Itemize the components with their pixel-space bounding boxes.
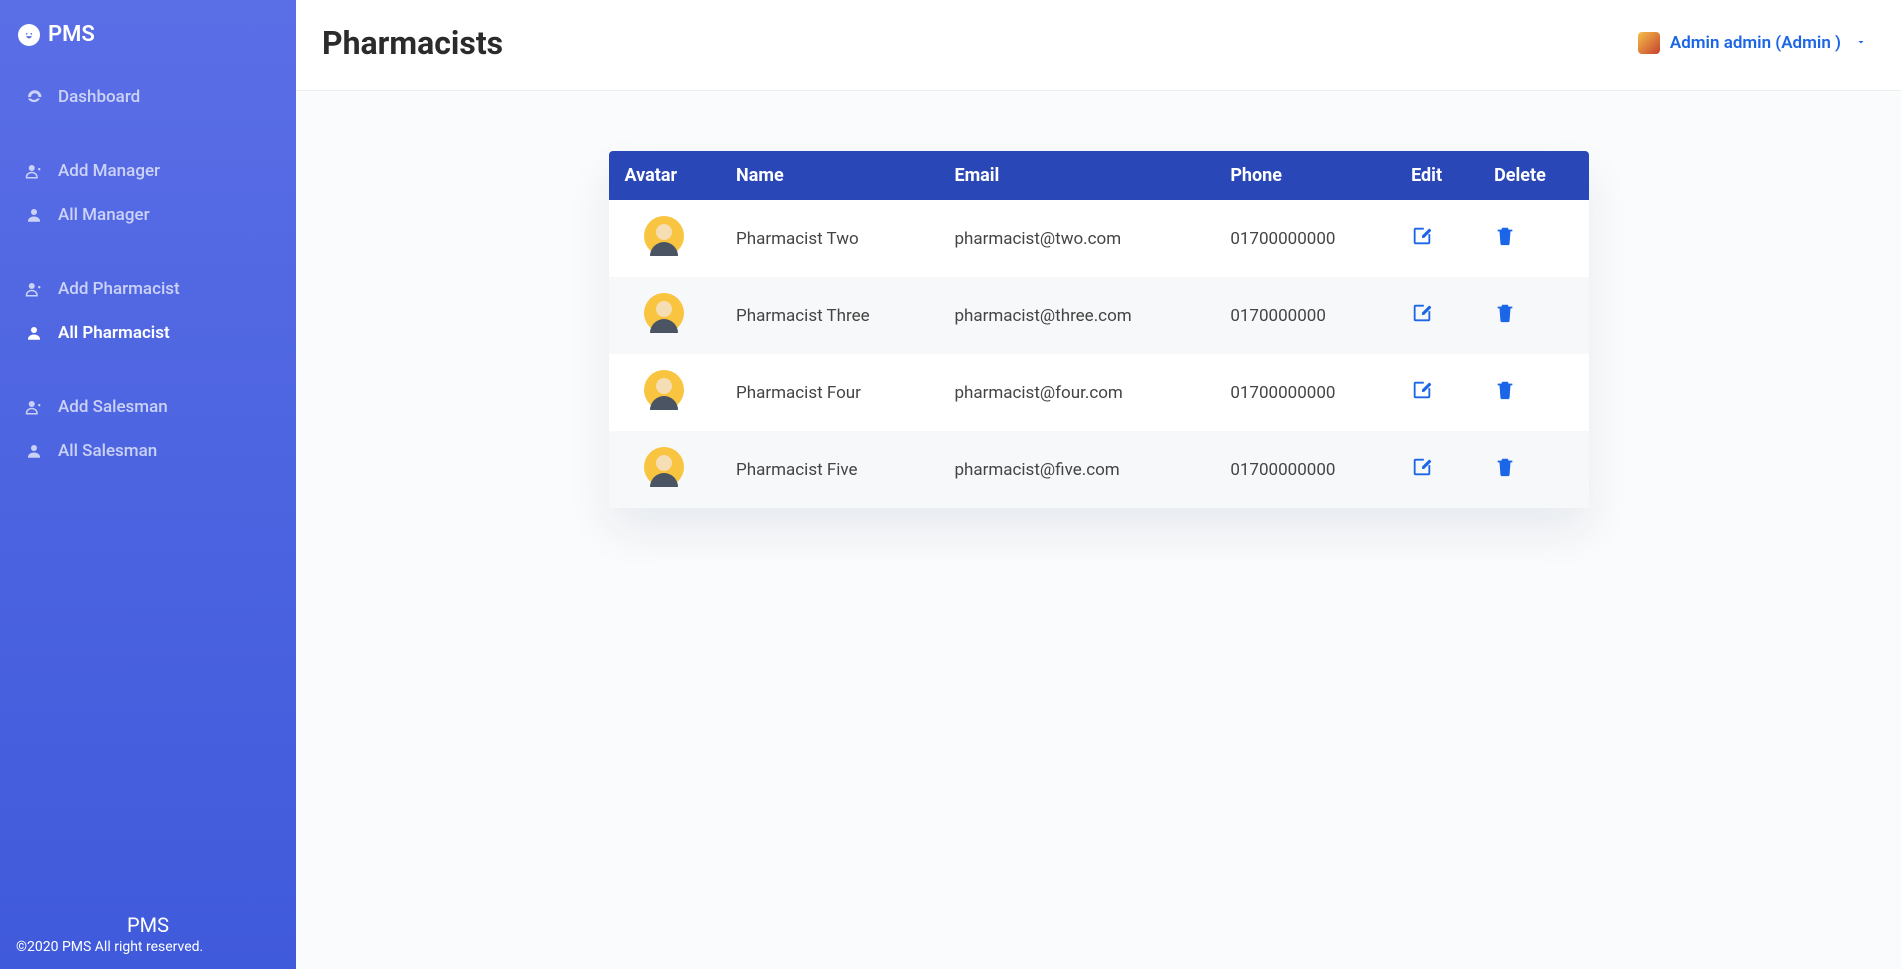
avatar [644, 293, 684, 333]
col-email: Email [938, 151, 1214, 200]
trash-icon[interactable] [1494, 225, 1516, 247]
user-label: Admin admin (Admin ) [1670, 33, 1841, 53]
edit-icon[interactable] [1411, 302, 1433, 324]
cell-avatar [609, 200, 721, 277]
cell-delete [1478, 277, 1588, 354]
col-avatar: Avatar [609, 151, 721, 200]
sidebar-footer: PMS ©2020 PMS All right reserved. [0, 901, 296, 969]
cell-edit [1395, 431, 1478, 508]
content: AvatarNameEmailPhoneEditDelete Pharmacis… [296, 91, 1901, 969]
user-badge-icon [1638, 32, 1660, 54]
user-icon [24, 324, 44, 342]
user-plus-icon [24, 162, 44, 180]
user-plus-icon [24, 280, 44, 298]
cell-avatar [609, 354, 721, 431]
footer-appname: PMS [8, 913, 288, 937]
cell-edit [1395, 277, 1478, 354]
sidebar-item-label: Add Salesman [58, 397, 168, 417]
cell-name: Pharmacist Two [720, 200, 938, 277]
cell-name: Pharmacist Five [720, 431, 938, 508]
table-row: Pharmacist Fourpharmacist@four.com017000… [609, 354, 1589, 431]
trash-icon[interactable] [1494, 456, 1516, 478]
sidebar-item-add-pharmacist[interactable]: Add Pharmacist [0, 267, 296, 311]
header: Pharmacists Admin admin (Admin ) [296, 0, 1901, 91]
sidebar-item-label: All Pharmacist [58, 323, 170, 343]
avatar [644, 447, 684, 487]
cell-delete [1478, 200, 1588, 277]
pharmacists-table: AvatarNameEmailPhoneEditDelete Pharmacis… [609, 151, 1589, 508]
cell-phone: 0170000000 [1214, 277, 1395, 354]
table-body: Pharmacist Twopharmacist@two.com01700000… [609, 200, 1589, 508]
table-row: Pharmacist Threepharmacist@three.com0170… [609, 277, 1589, 354]
nav: Dashboard Add Manager All Manager Add Pharm… [0, 75, 296, 503]
laugh-icon [18, 24, 40, 46]
sidebar-item-label: Dashboard [58, 87, 140, 107]
table-header-row: AvatarNameEmailPhoneEditDelete [609, 151, 1589, 200]
table-row: Pharmacist Twopharmacist@two.com01700000… [609, 200, 1589, 277]
edit-icon[interactable] [1411, 225, 1433, 247]
sidebar: PMS Dashboard Add Manager All Manager Add P… [0, 0, 296, 969]
col-edit: Edit [1395, 151, 1478, 200]
avatar [644, 370, 684, 410]
user-plus-icon [24, 398, 44, 416]
brand[interactable]: PMS [0, 0, 296, 75]
edit-icon[interactable] [1411, 456, 1433, 478]
cell-email: pharmacist@three.com [938, 277, 1214, 354]
col-phone: Phone [1214, 151, 1395, 200]
cell-name: Pharmacist Three [720, 277, 938, 354]
table-row: Pharmacist Fivepharmacist@five.com017000… [609, 431, 1589, 508]
edit-icon[interactable] [1411, 379, 1433, 401]
dashboard-icon [24, 88, 44, 106]
main: Pharmacists Admin admin (Admin ) AvatarN… [296, 0, 1901, 969]
sidebar-item-add-salesman[interactable]: Add Salesman [0, 385, 296, 429]
cell-delete [1478, 354, 1588, 431]
pharmacists-table-card: AvatarNameEmailPhoneEditDelete Pharmacis… [609, 151, 1589, 508]
col-name: Name [720, 151, 938, 200]
cell-avatar [609, 277, 721, 354]
user-dropdown[interactable]: Admin admin (Admin ) [1638, 32, 1867, 54]
brand-text: PMS [48, 22, 95, 47]
user-icon [24, 442, 44, 460]
col-delete: Delete [1478, 151, 1588, 200]
sidebar-item-all-pharmacist[interactable]: All Pharmacist [0, 311, 296, 355]
page-title: Pharmacists [322, 24, 503, 62]
sidebar-item-label: Add Manager [58, 161, 160, 181]
cell-edit [1395, 200, 1478, 277]
cell-edit [1395, 354, 1478, 431]
cell-name: Pharmacist Four [720, 354, 938, 431]
trash-icon[interactable] [1494, 379, 1516, 401]
user-icon [24, 206, 44, 224]
cell-phone: 01700000000 [1214, 200, 1395, 277]
cell-email: pharmacist@five.com [938, 431, 1214, 508]
sidebar-item-label: Add Pharmacist [58, 279, 180, 299]
cell-phone: 01700000000 [1214, 431, 1395, 508]
footer-copyright: ©2020 PMS All right reserved. [8, 939, 288, 955]
sidebar-item-all-salesman[interactable]: All Salesman [0, 429, 296, 473]
cell-phone: 01700000000 [1214, 354, 1395, 431]
cell-delete [1478, 431, 1588, 508]
sidebar-item-all-manager[interactable]: All Manager [0, 193, 296, 237]
sidebar-item-label: All Salesman [58, 441, 157, 461]
sidebar-item-dashboard[interactable]: Dashboard [0, 75, 296, 119]
avatar [644, 216, 684, 256]
trash-icon[interactable] [1494, 302, 1516, 324]
cell-avatar [609, 431, 721, 508]
cell-email: pharmacist@two.com [938, 200, 1214, 277]
sidebar-item-add-manager[interactable]: Add Manager [0, 149, 296, 193]
cell-email: pharmacist@four.com [938, 354, 1214, 431]
chevron-down-icon [1855, 33, 1867, 53]
sidebar-item-label: All Manager [58, 205, 150, 225]
